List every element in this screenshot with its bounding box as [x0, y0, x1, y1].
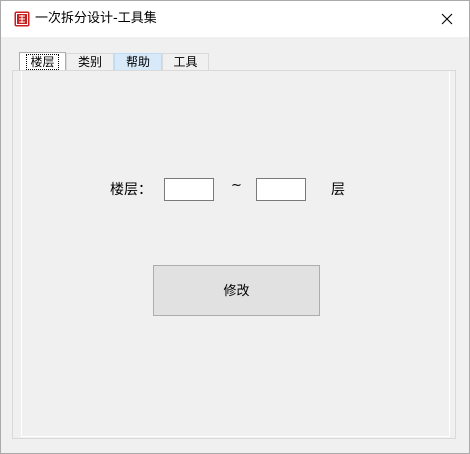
tab-help[interactable]: 帮助	[114, 53, 162, 70]
title-bar[interactable]: 一次拆分设计-工具集	[1, 1, 469, 37]
tab-panel-floor	[12, 70, 456, 439]
floor-label: 楼层：	[110, 182, 152, 198]
modify-button[interactable]: 修改	[153, 265, 320, 316]
floor-from-input[interactable]	[164, 178, 214, 201]
tab-floor[interactable]: 楼层	[19, 52, 66, 70]
floor-unit-label: 层	[331, 182, 345, 198]
tab-category-label: 类别	[77, 55, 102, 69]
close-icon	[441, 13, 453, 25]
tab-help-label: 帮助	[125, 55, 150, 69]
tab-tools-label: 工具	[173, 55, 198, 69]
window-title: 一次拆分设计-工具集	[35, 11, 157, 26]
panel-content-area	[21, 71, 450, 437]
range-separator: ~	[231, 178, 242, 193]
tab-category[interactable]: 类别	[66, 53, 114, 70]
seal-stamp-icon	[14, 11, 30, 27]
tab-tools[interactable]: 工具	[162, 53, 209, 70]
app-window: 一次拆分设计-工具集 楼层 类别 帮助 工具 楼层： ~ 层 修改	[0, 0, 470, 454]
floor-to-input[interactable]	[256, 178, 306, 201]
close-button[interactable]	[425, 1, 469, 37]
tab-floor-label: 楼层	[26, 54, 59, 70]
